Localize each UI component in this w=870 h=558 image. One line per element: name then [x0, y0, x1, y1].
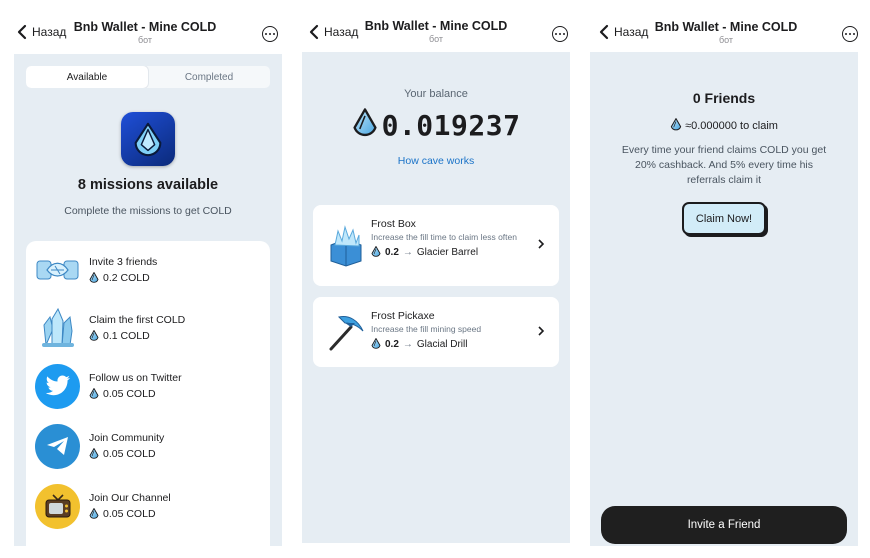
upgrade-name: Frost Box [371, 218, 416, 230]
tab-available[interactable]: Available [26, 66, 148, 88]
mission-reward-value: 0.05 COLD [103, 508, 156, 520]
mission-list: Invite 3 friends 0.2 COLD Claim the firs… [26, 241, 270, 546]
mission-reward-value: 0.2 COLD [103, 272, 150, 284]
mission-reward-value: 0.1 COLD [103, 330, 150, 342]
cave-screen: Назад Bnb Wallet - Mine COLD бот Your ba… [292, 0, 580, 558]
telegram-plane-icon [35, 423, 80, 469]
missions-count-number: 8 [77, 177, 86, 193]
upgrade-arrow: → [402, 339, 413, 351]
back-button[interactable]: Назад [16, 24, 66, 40]
back-label: Назад [614, 25, 649, 39]
ice-handshake-icon [35, 248, 80, 293]
mission-name: Join Our Channel [89, 491, 171, 504]
upgrade-next: Glacial Drill [416, 339, 468, 351]
ice-crystal-logo-icon [134, 122, 162, 157]
ice-crystal-icon [35, 306, 80, 351]
ice-box-icon [325, 225, 367, 267]
mission-follow-twitter[interactable]: Follow us on Twitter 0.05 COLD [26, 357, 270, 415]
ice-pickaxe-icon [325, 311, 367, 353]
upgrade-arrow: → [402, 247, 413, 259]
back-button[interactable]: Назад [598, 24, 648, 40]
invite-friend-button[interactable]: Invite a Friend [601, 506, 847, 544]
mission-name: Claim the first COLD [89, 313, 186, 326]
claim-now-button[interactable]: Claim Now! [682, 202, 766, 235]
upgrade-description: Increase the fill mining speed [371, 324, 482, 334]
app-logo [121, 112, 175, 166]
balance-row: 0.019237 [302, 108, 570, 142]
mission-join-channel[interactable]: Join Our Channel 0.05 COLD [26, 477, 270, 535]
mission-name: Join Community [89, 431, 165, 444]
referral-description: Every time your friend claims COLD you g… [621, 144, 827, 187]
mission-reward-value: 0.05 COLD [103, 448, 156, 460]
upgrade-cost-value: 0.2 [385, 339, 399, 351]
mission-join-community[interactable]: Join Community 0.05 COLD [26, 417, 270, 475]
missions-subtitle: Complete the missions to get COLD [64, 205, 232, 217]
chevron-left-icon [308, 24, 320, 40]
tab-completed[interactable]: Completed [148, 66, 270, 88]
cold-drop-icon [670, 118, 682, 133]
upgrade-card-frost-pickaxe[interactable]: Frost Pickaxe Increase the fill mining s… [313, 297, 559, 367]
upgrade-cost-value: 0.2 [385, 247, 399, 259]
mission-reward: 0.2 COLD [89, 272, 157, 285]
top-bar: Назад Bnb Wallet - Mine COLD бот [0, 0, 290, 52]
missions-panel: Available Completed 8 missions available… [14, 54, 282, 546]
missions-count: 8 missions available [14, 177, 282, 193]
how-cave-works-link[interactable]: How cave works [302, 155, 570, 167]
mission-reward: 0.05 COLD [89, 508, 171, 521]
chevron-left-icon [598, 24, 610, 40]
mission-reward-value: 0.05 COLD [103, 388, 156, 400]
more-options-button[interactable] [262, 26, 278, 42]
balance-value: 0.019237 [381, 108, 521, 142]
upgrade-card-frost-box[interactable]: Frost Box Increase the fill time to clai… [313, 205, 559, 286]
back-label: Назад [324, 25, 359, 39]
back-button[interactable]: Назад [308, 24, 358, 40]
chevron-right-icon [538, 326, 545, 336]
tv-icon [35, 483, 80, 529]
upgrade-cost: 0.2 → Glacial Drill [371, 338, 536, 351]
missions-count-label: missions available [89, 177, 219, 193]
top-bar: Назад Bnb Wallet - Mine COLD бот [582, 0, 870, 52]
cold-drop-icon [89, 330, 99, 343]
cold-drop-icon [89, 272, 99, 285]
claim-amount-text: ≈0.000000 to claim [685, 119, 778, 132]
upgrade-cost: 0.2 → Glacier Barrel [371, 246, 536, 259]
mission-reward: 0.05 COLD [89, 448, 164, 461]
tab-switcher: Available Completed [26, 66, 270, 88]
mission-reward: 0.1 COLD [89, 330, 185, 343]
chevron-right-icon [538, 239, 545, 249]
cold-drop-icon [89, 508, 99, 521]
upgrade-next: Glacier Barrel [416, 247, 479, 259]
upgrade-name: Frost Pickaxe [371, 310, 435, 322]
balance-label: Your balance [404, 88, 468, 100]
friends-claim-amount: ≈0.000000 to claim [590, 118, 858, 133]
friends-screen: Назад Bnb Wallet - Mine COLD бот 0 Frien… [582, 0, 870, 558]
cave-panel: Your balance 0.019237 How cave works Fro… [302, 52, 570, 543]
mission-name: Follow us on Twitter [89, 371, 182, 384]
twitter-bird-icon [35, 363, 80, 409]
friends-count: 0 Friends [692, 90, 756, 106]
cold-drop-icon [371, 338, 381, 351]
more-options-button[interactable] [552, 26, 568, 42]
cold-drop-icon [89, 448, 99, 461]
cold-drop-icon [371, 246, 381, 259]
mission-invite-friends[interactable]: Invite 3 friends 0.2 COLD [26, 241, 270, 299]
missions-screen: Назад Bnb Wallet - Mine COLD бот Availab… [0, 0, 290, 558]
mission-name: Invite 3 friends [89, 255, 158, 268]
friends-panel: 0 Friends ≈0.000000 to claim Every time … [590, 52, 858, 546]
cold-drop-icon [89, 388, 99, 401]
mission-claim-first[interactable]: Claim the first COLD 0.1 COLD [26, 299, 270, 357]
chevron-left-icon [16, 24, 28, 40]
back-label: Назад [32, 25, 67, 39]
top-bar: Назад Bnb Wallet - Mine COLD бот [292, 0, 580, 52]
upgrade-description: Increase the fill time to claim less oft… [371, 232, 517, 242]
mission-reward: 0.05 COLD [89, 388, 182, 401]
cold-drop-icon [352, 108, 378, 142]
more-options-button[interactable] [842, 26, 858, 42]
